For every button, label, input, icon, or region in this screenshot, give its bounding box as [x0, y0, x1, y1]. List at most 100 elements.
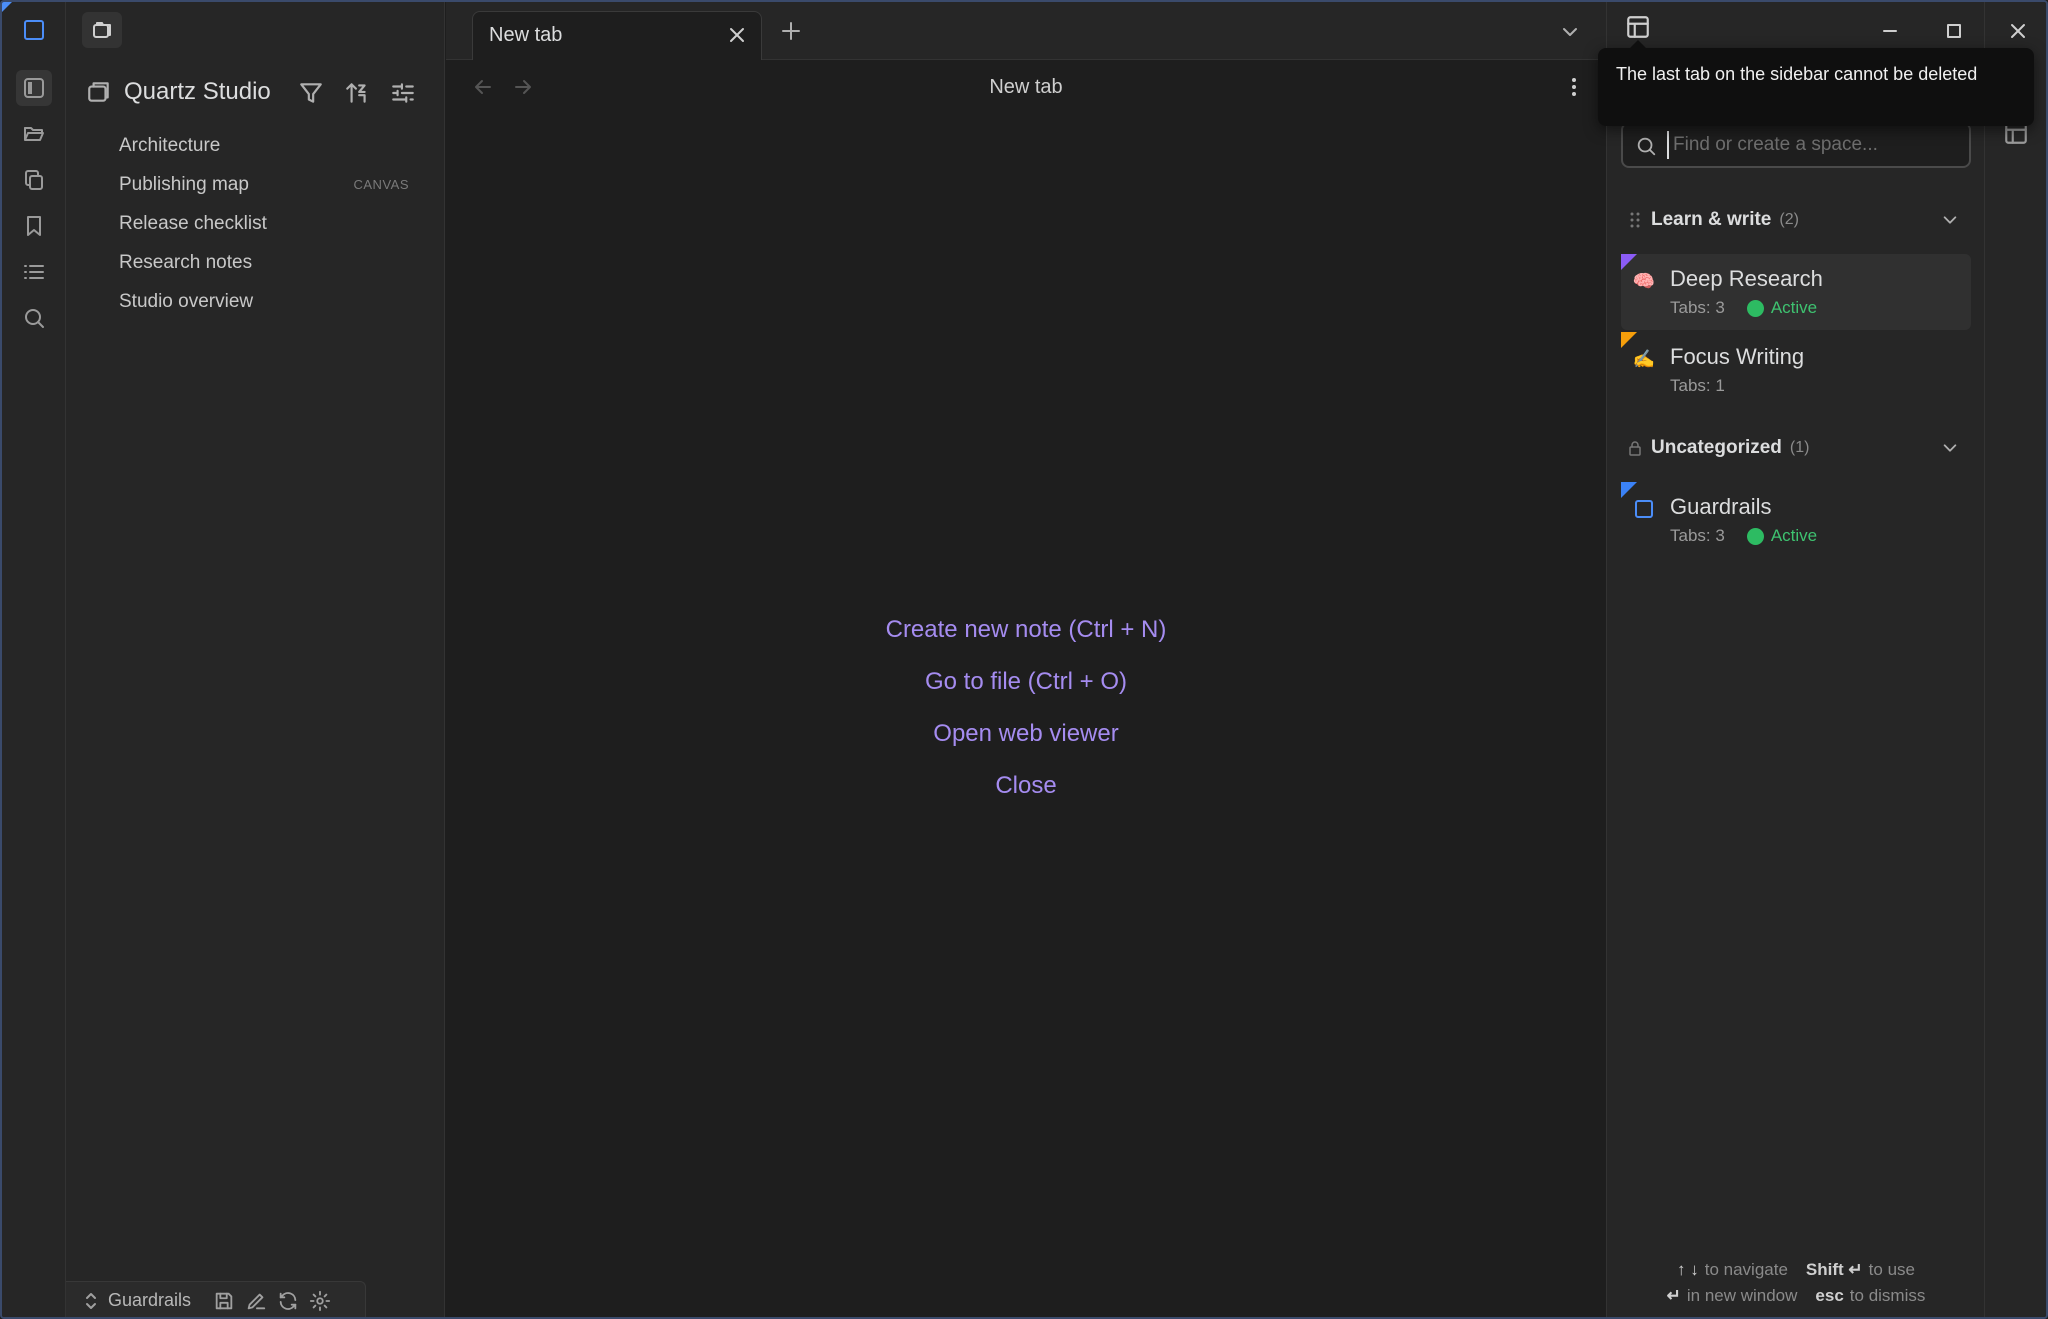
settings-sliders-icon[interactable] — [388, 78, 418, 108]
brain-icon: 🧠 — [1632, 270, 1656, 291]
group-count: (2) — [1779, 211, 1799, 228]
hint-label: to use — [1868, 1260, 1915, 1279]
vault-header: Quartz Studio — [86, 74, 436, 110]
tooltip-text: The last tab on the sidebar cannot be de… — [1616, 64, 1978, 84]
space-name: Deep Research — [1670, 266, 1823, 291]
plus-icon[interactable] — [780, 20, 802, 42]
active-status-dot — [1746, 527, 1764, 545]
vault-square-icon[interactable] — [16, 12, 52, 48]
space-color-flag — [1621, 482, 1637, 498]
go-to-file-link[interactable]: Go to file (Ctrl + O) — [446, 656, 1606, 708]
sync-icon[interactable] — [277, 1290, 299, 1312]
group-count: (1) — [1789, 439, 1810, 456]
vault-switcher-name: Guardrails — [108, 1290, 192, 1310]
drag-handle-icon[interactable] — [1627, 212, 1643, 228]
edit-pen-icon[interactable] — [245, 1290, 267, 1312]
open-web-viewer-link[interactable]: Open web viewer — [446, 708, 1606, 760]
create-new-note-link[interactable]: Create new note (Ctrl + N) — [446, 604, 1606, 656]
file-name: Studio overview — [119, 290, 254, 312]
writing-hand-icon: ✍️ — [1632, 348, 1656, 369]
file-name: Publishing map — [119, 173, 249, 195]
keyboard-hints: ↑ ↓ to navigate Shift ↵ to use ↵ in new … — [1607, 1260, 1985, 1312]
empty-state-actions: Create new note (Ctrl + N) Go to file (C… — [446, 604, 1606, 812]
files-tab-icon[interactable] — [82, 12, 122, 48]
view-title: New tab — [989, 76, 1063, 98]
tooltip-arrow — [1630, 40, 1646, 48]
hint-label: to dismiss — [1849, 1286, 1926, 1305]
file-name: Architecture — [119, 134, 221, 156]
square-icon — [1633, 498, 1655, 520]
tab-new-tab[interactable]: New tab — [472, 11, 762, 60]
file-item-studio-overview[interactable]: Studio overview — [66, 282, 445, 321]
file-name: Research notes — [119, 251, 253, 273]
file-type-tag: CANVAS — [353, 177, 409, 192]
chevron-down-icon[interactable] — [1560, 22, 1580, 42]
space-group-header[interactable]: Uncategorized (1) — [1621, 428, 1971, 468]
right-ribbon — [1984, 2, 2046, 1317]
file-item-architecture[interactable]: Architecture — [66, 126, 445, 165]
space-search — [1621, 122, 1971, 168]
hint-key: Shift ↵ — [1805, 1260, 1863, 1279]
space-item-deep-research[interactable]: 🧠 Deep Research Tabs: 3 Active — [1621, 254, 1971, 330]
space-meta: Tabs: 1 — [1670, 376, 1725, 396]
file-item-publishing-map[interactable]: Publishing map CANVAS — [66, 165, 445, 204]
space-status: Active — [1770, 298, 1818, 317]
left-sidebar-tab-bar — [66, 2, 445, 60]
folder-open-icon[interactable] — [16, 116, 52, 152]
left-ribbon — [2, 2, 66, 1317]
toggle-left-sidebar-icon[interactable] — [16, 70, 52, 106]
close-icon[interactable] — [727, 25, 747, 45]
space-meta: Tabs: 3 Active — [1670, 526, 1817, 546]
file-item-research-notes[interactable]: Research notes — [66, 243, 445, 282]
hint-key: ↑ ↓ — [1677, 1260, 1699, 1279]
space-item-focus-writing[interactable]: ✍️ Focus Writing Tabs: 1 — [1621, 332, 1971, 408]
lock-icon — [1627, 440, 1643, 456]
copy-files-icon[interactable] — [16, 162, 52, 198]
file-name: Release checklist — [119, 212, 267, 234]
space-tab-count: Tabs: 1 — [1670, 376, 1725, 395]
group-title: Uncategorized — [1651, 437, 1782, 458]
bookmark-icon[interactable] — [16, 208, 52, 244]
left-sidebar: Quartz Studio Architecture Publishing ma… — [66, 2, 445, 1317]
tab-bar: New tab — [446, 2, 1606, 60]
view-header: New tab — [446, 60, 1606, 116]
gear-icon[interactable] — [309, 1290, 331, 1312]
right-sidebar: Learn & write (2) 🧠 Deep Research Tabs: … — [1606, 2, 1985, 1317]
filter-icon[interactable] — [296, 78, 326, 108]
vault-switcher[interactable]: Guardrails — [66, 1281, 366, 1317]
space-meta: Tabs: 3 Active — [1670, 298, 1817, 318]
vault-name[interactable]: Quartz Studio — [124, 78, 271, 106]
space-color-flag — [1621, 254, 1637, 270]
chevron-down-icon[interactable] — [1941, 439, 1959, 457]
tab-title: New tab — [489, 24, 563, 46]
hint-label: to navigate — [1704, 1260, 1788, 1279]
space-group-header[interactable]: Learn & write (2) — [1621, 200, 1971, 240]
tooltip: The last tab on the sidebar cannot be de… — [1598, 40, 2034, 126]
sort-icon[interactable] — [342, 78, 372, 108]
layout-panel-icon[interactable] — [1625, 14, 1651, 40]
hint-key: esc — [1815, 1286, 1844, 1305]
active-status-dot — [1746, 299, 1764, 317]
app-window: Quartz Studio Architecture Publishing ma… — [0, 0, 2048, 1319]
close-link[interactable]: Close — [446, 760, 1606, 812]
group-title: Learn & write — [1651, 209, 1772, 230]
file-item-release-checklist[interactable]: Release checklist — [66, 204, 445, 243]
outline-list-icon[interactable] — [16, 254, 52, 290]
space-search-input[interactable] — [1667, 131, 1963, 159]
space-tab-count: Tabs: 3 — [1670, 526, 1725, 545]
space-status: Active — [1770, 526, 1818, 545]
chevron-down-icon[interactable] — [1941, 211, 1959, 229]
space-color-flag — [1621, 332, 1637, 348]
space-name: Guardrails — [1670, 494, 1772, 519]
file-tree: Architecture Publishing map CANVAS Releas… — [66, 126, 445, 321]
hint-label: in new window — [1686, 1286, 1798, 1305]
search-icon — [1635, 135, 1657, 157]
space-name: Focus Writing — [1670, 344, 1805, 369]
save-icon[interactable] — [213, 1290, 235, 1312]
more-options-icon[interactable] — [1570, 76, 1578, 98]
search-icon[interactable] — [16, 300, 52, 336]
main-workspace: New tab New tab Create new note (Ctrl + … — [446, 2, 1606, 1317]
space-tab-count: Tabs: 3 — [1670, 298, 1725, 317]
space-item-guardrails[interactable]: Guardrails Tabs: 3 Active — [1621, 482, 1971, 558]
vault-folder-icon — [86, 79, 112, 105]
